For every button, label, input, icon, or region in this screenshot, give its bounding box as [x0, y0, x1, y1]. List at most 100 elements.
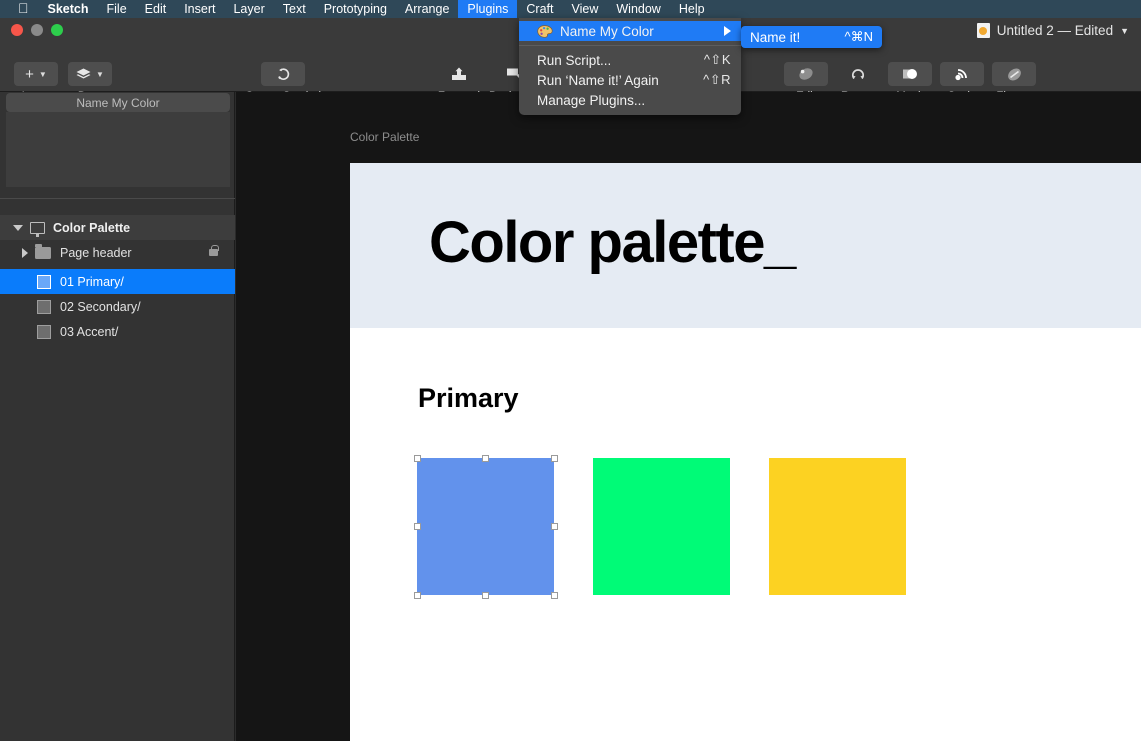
- menu-item-shortcut: ^⇧R: [703, 72, 731, 87]
- handle-middle-left[interactable]: [413, 523, 421, 530]
- menu-text[interactable]: Text: [274, 0, 315, 18]
- menu-item-label: Name My Color: [560, 23, 654, 39]
- chevron-down-icon: ▼: [38, 69, 47, 79]
- document-title: Untitled 2 — Edited: [996, 23, 1114, 38]
- scale-button[interactable]: [940, 62, 984, 86]
- menu-edit[interactable]: Edit: [136, 0, 176, 18]
- lock-icon[interactable]: [209, 245, 219, 256]
- window-controls: [11, 24, 63, 36]
- plugin-panel-body: [6, 112, 230, 187]
- menu-layer[interactable]: Layer: [224, 0, 273, 18]
- apple-logo-icon[interactable]: : [14, 0, 39, 18]
- rectangle-shape-icon: [37, 299, 51, 314]
- menu-item-label: Manage Plugins...: [537, 92, 646, 108]
- layer-label: 01 Primary/: [60, 274, 124, 289]
- menu-item-label: Run Script...: [537, 52, 612, 68]
- artboard-label: Color Palette: [53, 220, 131, 235]
- color-swatch-primary[interactable]: [417, 458, 554, 595]
- menu-help[interactable]: Help: [670, 0, 714, 18]
- layers-stack-icon: [76, 68, 91, 78]
- menu-separator: [519, 45, 741, 46]
- zoom-window-button[interactable]: [51, 24, 63, 36]
- create-symbol-button[interactable]: [261, 62, 306, 86]
- rectangle-shape-icon: [37, 324, 51, 339]
- bring-forward-icon: [452, 67, 466, 80]
- handle-top-right[interactable]: [550, 454, 558, 462]
- layer-row-03-accent[interactable]: 03 Accent/: [0, 319, 235, 344]
- sketch-document-icon: [976, 23, 990, 38]
- plugins-dropdown-menu: Name My Color Run Script... ^⇧K Run ‘Nam…: [519, 18, 741, 115]
- handle-middle-right[interactable]: [550, 523, 558, 530]
- close-window-button[interactable]: [11, 24, 23, 36]
- menu-bar:  Sketch File Edit Insert Layer Text Pro…: [0, 0, 1141, 18]
- canvas-area[interactable]: Color Palette Color palette_ Primary: [236, 92, 1141, 741]
- sidebar-divider: [0, 198, 235, 199]
- rectangle-shape-icon: [37, 274, 51, 289]
- handle-top-left[interactable]: [413, 454, 421, 462]
- disclosure-triangle-open-icon[interactable]: [13, 224, 23, 231]
- section-heading-primary: Primary: [418, 383, 519, 413]
- mask-button[interactable]: [888, 62, 932, 86]
- mask-icon: [903, 69, 917, 79]
- edit-button[interactable]: [784, 62, 828, 86]
- menu-file[interactable]: File: [98, 0, 136, 18]
- menu-view[interactable]: View: [563, 0, 608, 18]
- handle-bottom-center[interactable]: [482, 591, 489, 599]
- handle-top-center[interactable]: [482, 454, 489, 462]
- rotate-button[interactable]: [836, 62, 880, 86]
- color-swatch-accent[interactable]: [769, 458, 906, 595]
- menu-item-run-script[interactable]: Run Script... ^⇧K: [519, 50, 741, 70]
- color-swatch-secondary[interactable]: [593, 458, 730, 595]
- plugin-panel-title: Name My Color: [76, 95, 160, 110]
- menu-arrange[interactable]: Arrange: [396, 0, 458, 18]
- handle-bottom-left[interactable]: [413, 591, 421, 599]
- layer-artboard-color-palette[interactable]: Color Palette: [0, 215, 235, 240]
- scale-icon: [955, 68, 967, 80]
- layer-row-page-header[interactable]: Page header: [0, 240, 235, 265]
- menu-craft[interactable]: Craft: [517, 0, 562, 18]
- disclosure-triangle-closed-icon[interactable]: [22, 247, 28, 258]
- layer-label: 02 Secondary/: [60, 299, 141, 314]
- layer-row-02-secondary[interactable]: 02 Secondary/: [0, 294, 235, 319]
- menu-insert[interactable]: Insert: [175, 0, 224, 18]
- app-window: + ▼ Insert ▼ Data: [0, 18, 1141, 741]
- artboard-icon: [30, 221, 45, 237]
- layer-label: 03 Accent/: [60, 324, 119, 339]
- forward-button[interactable]: [437, 62, 481, 86]
- menu-item-name-my-color[interactable]: Name My Color: [519, 21, 741, 41]
- menu-sketch[interactable]: Sketch: [39, 0, 98, 18]
- submenu-item-label: Name it!: [750, 29, 801, 45]
- minimize-window-button[interactable]: [31, 24, 43, 36]
- menu-window[interactable]: Window: [607, 0, 669, 18]
- document-title-bar[interactable]: Untitled 2 — Edited ▼: [976, 23, 1129, 38]
- submenu-arrow-icon: [724, 26, 731, 36]
- rotate-icon: [851, 69, 865, 80]
- edit-icon: [799, 68, 813, 80]
- menu-prototyping[interactable]: Prototyping: [315, 0, 396, 18]
- insert-button[interactable]: + ▼: [14, 62, 58, 86]
- artboard-header-title: Color palette_: [429, 210, 796, 275]
- menu-item-label: Run ‘Name it!’ Again: [537, 72, 659, 88]
- menu-item-manage-plugins[interactable]: Manage Plugins...: [519, 90, 741, 110]
- artboard-color-palette[interactable]: Color palette_ Primary: [350, 163, 1141, 741]
- submenu-item-shortcut: ^⌘N: [844, 29, 874, 44]
- create-symbol-icon: [277, 68, 289, 80]
- artboard-name-label[interactable]: Color Palette: [350, 130, 419, 144]
- chevron-down-icon: ▼: [96, 69, 104, 79]
- layer-row-01-primary[interactable]: 01 Primary/: [0, 269, 235, 294]
- menu-item-run-name-it-again[interactable]: Run ‘Name it!’ Again ^⇧R: [519, 70, 741, 90]
- folder-icon: [35, 243, 51, 259]
- plus-icon: +: [25, 65, 34, 83]
- submenu-name-it[interactable]: Name it! ^⌘N: [741, 26, 882, 48]
- layer-label: Page header: [60, 245, 132, 260]
- chevron-down-icon[interactable]: ▼: [1120, 26, 1129, 36]
- flatten-button[interactable]: [992, 62, 1036, 86]
- menu-item-shortcut: ^⇧K: [703, 52, 731, 67]
- color-palette-icon: [537, 24, 553, 38]
- flatten-icon: [1007, 68, 1021, 80]
- handle-bottom-right[interactable]: [550, 591, 558, 599]
- data-button[interactable]: ▼: [68, 62, 112, 86]
- layers-sidebar: Name My Color Color Palette Page header …: [0, 92, 235, 741]
- plugin-panel-header[interactable]: Name My Color: [6, 93, 230, 112]
- menu-plugins[interactable]: Plugins: [458, 0, 518, 18]
